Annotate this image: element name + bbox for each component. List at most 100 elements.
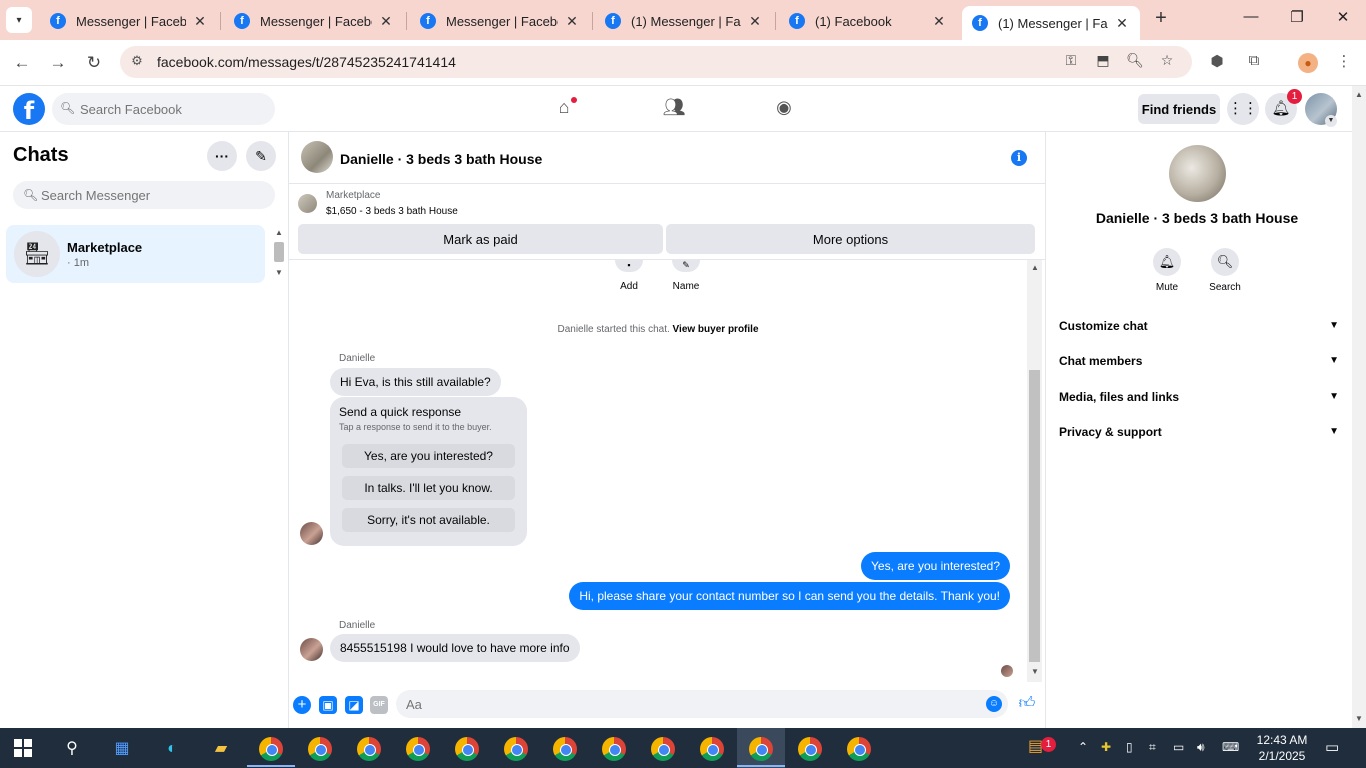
forward-icon[interactable]: → [47, 52, 69, 74]
install-app-icon[interactable]: ⬒ [1092, 52, 1114, 74]
browser-profile-icon[interactable]: ● [1298, 53, 1318, 73]
chrome-taskbar-icon[interactable] [308, 737, 332, 761]
page-scrollbar[interactable]: ▲ ▼ [1352, 86, 1366, 728]
network-adapter-icon[interactable]: ⌗ [1149, 740, 1156, 755]
more-options-button[interactable]: More options [666, 224, 1035, 254]
conversation-avatar[interactable] [301, 141, 333, 173]
network-icon[interactable]: ▭ [1173, 740, 1184, 754]
quick-response-button[interactable]: In talks. I'll let you know. [342, 476, 515, 500]
privacy-support-section[interactable]: Privacy & support ▼ [1059, 420, 1339, 444]
outgoing-message[interactable]: Hi, please share your contact number so … [569, 582, 1010, 610]
browser-tab-5[interactable]: f (1) Facebook ✕ [779, 6, 957, 36]
customize-chat-section[interactable]: Customize chat ▼ [1059, 314, 1339, 338]
bookmark-star-icon[interactable]: ☆ [1156, 52, 1178, 74]
listing-thumbnail[interactable] [298, 194, 317, 213]
site-info-icon[interactable]: ⚙ [128, 53, 146, 71]
browser-tab-6-active[interactable]: f (1) Messenger | Facebook ✕ [962, 6, 1140, 40]
keyboard-icon[interactable]: ⌨ [1222, 740, 1239, 754]
listing-title[interactable]: $1,650 - 3 beds 3 bath House [326, 206, 458, 217]
tab-close-icon[interactable]: ✕ [564, 13, 580, 30]
url-text[interactable]: facebook.com/messages/t/2874523524174141… [157, 54, 456, 70]
chrome-taskbar-icon[interactable] [455, 737, 479, 761]
messenger-search-input[interactable] [13, 181, 275, 209]
name-action[interactable]: ✎ Name [661, 260, 711, 292]
chrome-taskbar-icon[interactable] [406, 737, 430, 761]
minimize-icon[interactable]: — [1236, 8, 1266, 30]
zoom-icon[interactable]: 🔍︎ [1124, 52, 1146, 74]
chrome-taskbar-icon[interactable] [504, 737, 528, 761]
sticker-icon[interactable]: ◪ [345, 696, 363, 714]
view-buyer-profile-link[interactable]: View buyer profile [673, 324, 759, 335]
chrome-taskbar-icon[interactable] [798, 737, 822, 761]
quick-response-button[interactable]: Sorry, it's not available. [342, 508, 515, 532]
tab-search-dropdown-icon[interactable]: ▾ [6, 7, 32, 33]
show-hidden-icons-chevron-icon[interactable]: ⌃ [1078, 740, 1088, 754]
media-files-links-section[interactable]: Media, files and links ▼ [1059, 385, 1339, 409]
info-icon[interactable]: i [1011, 150, 1027, 166]
microsoft-store-icon[interactable]: ▦ [109, 736, 135, 762]
thumbs-up-icon[interactable]: 👍︎ [1017, 694, 1037, 714]
reload-icon[interactable]: ↻ [83, 52, 105, 74]
mark-as-paid-button[interactable]: Mark as paid [298, 224, 663, 254]
groups-icon[interactable]: ◉ [772, 97, 796, 121]
browser-tab-1[interactable]: f Messenger | Facebook ✕ [40, 6, 218, 36]
thread-scrollbar[interactable]: ▲ ▼ [1027, 260, 1042, 682]
sender-avatar[interactable] [300, 522, 323, 545]
outgoing-message[interactable]: Yes, are you interested? [861, 552, 1010, 580]
search-action[interactable]: 🔍︎ Search [1205, 248, 1245, 293]
gif-icon[interactable]: GIF [370, 696, 388, 714]
incoming-message[interactable]: Hi Eva, is this still available? [330, 368, 501, 396]
browser-tab-3[interactable]: f Messenger | Facebook ✕ [410, 6, 590, 36]
chrome-taskbar-icon[interactable] [259, 737, 283, 761]
tab-close-icon[interactable]: ✕ [1114, 15, 1130, 32]
message-input[interactable] [396, 690, 1008, 718]
restore-icon[interactable]: ❐ [1282, 8, 1312, 30]
sender-avatar[interactable] [300, 638, 323, 661]
security-shield-icon[interactable]: ✚ [1101, 740, 1111, 754]
quick-response-button[interactable]: Yes, are you interested? [342, 444, 515, 468]
extensions-puzzle-icon[interactable]: ⧉ [1243, 52, 1265, 74]
password-key-icon[interactable]: ⚿ [1060, 52, 1082, 74]
browser-tab-2[interactable]: f Messenger | Facebook ✕ [224, 6, 404, 36]
action-center-icon[interactable]: ▭ [1325, 738, 1339, 756]
chrome-taskbar-icon[interactable] [553, 737, 577, 761]
extension-cube-icon[interactable]: ⬢ [1206, 52, 1228, 74]
chat-list-item-marketplace[interactable]: 🏪︎ Marketplace · 1m [6, 225, 265, 283]
device-icon[interactable]: ▯ [1126, 740, 1133, 754]
browser-tab-4[interactable]: f (1) Messenger | Facebook ✕ [595, 6, 773, 36]
close-window-icon[interactable]: ✕ [1328, 8, 1358, 30]
taskbar-search-icon[interactable]: ⚲ [59, 736, 85, 762]
chrome-taskbar-icon[interactable] [602, 737, 626, 761]
mute-action[interactable]: 🔔︎ Mute [1147, 248, 1187, 293]
chat-members-section[interactable]: Chat members ▼ [1059, 349, 1339, 373]
chats-options-icon[interactable]: ··· [207, 141, 237, 171]
chrome-taskbar-icon[interactable] [847, 737, 871, 761]
browser-menu-icon[interactable]: ⋮ [1333, 52, 1355, 74]
edge-browser-icon[interactable]: ◐ [159, 736, 185, 762]
chat-list-scrollbar[interactable]: ▲ ▼ [272, 228, 286, 280]
tab-close-icon[interactable]: ✕ [192, 13, 208, 30]
facebook-logo-icon[interactable]: f [13, 93, 45, 125]
taskbar-clock[interactable]: 12:43 AM 2/1/2025 [1254, 732, 1310, 764]
address-bar[interactable]: ⚙ facebook.com/messages/t/28745235241741… [120, 46, 1192, 78]
back-icon[interactable]: ← [11, 52, 33, 74]
emoji-icon[interactable]: ☺ [986, 696, 1002, 712]
chrome-taskbar-icon[interactable] [749, 737, 773, 761]
conversation-title[interactable]: Danielle · 3 beds 3 bath House [340, 151, 542, 167]
tab-close-icon[interactable]: ✕ [378, 13, 394, 30]
file-explorer-icon[interactable]: ▰ [208, 736, 234, 762]
chrome-taskbar-icon[interactable] [357, 737, 381, 761]
incoming-message[interactable]: 8455515198 I would love to have more inf… [330, 634, 580, 662]
menu-grid-icon[interactable]: ⋮⋮ [1227, 93, 1259, 125]
photo-icon[interactable]: ▣ [319, 696, 337, 714]
chrome-taskbar-icon[interactable] [700, 737, 724, 761]
chevron-down-icon[interactable]: ▼ [1325, 115, 1337, 127]
tab-close-icon[interactable]: ✕ [931, 13, 947, 30]
chrome-taskbar-icon[interactable] [651, 737, 675, 761]
plus-circle-icon[interactable]: + [293, 696, 311, 714]
new-tab-icon[interactable]: + [1150, 8, 1172, 30]
windows-start-icon[interactable] [14, 739, 32, 757]
facebook-search-input[interactable] [52, 93, 275, 125]
add-action[interactable]: ▪ Add [604, 260, 654, 292]
tab-close-icon[interactable]: ✕ [747, 13, 763, 30]
